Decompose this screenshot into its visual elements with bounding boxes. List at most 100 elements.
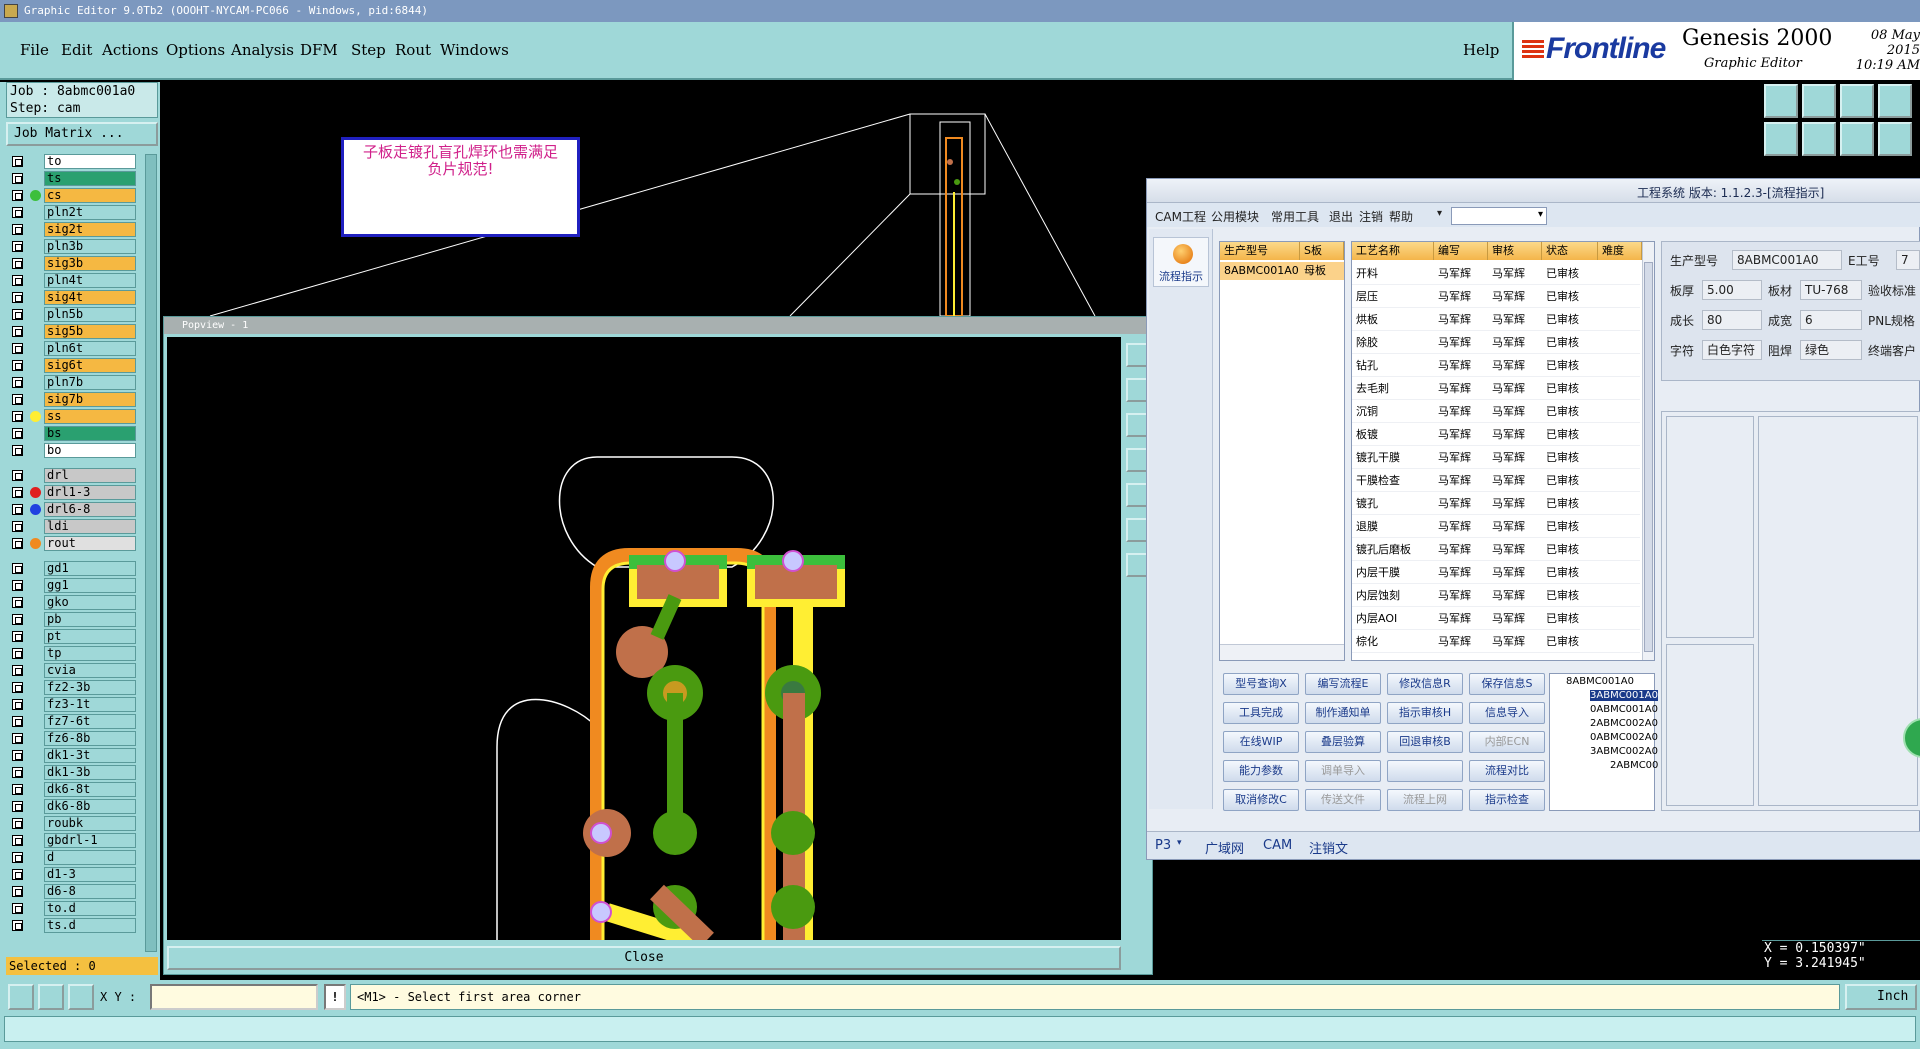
e-no-field[interactable]: 7 — [1896, 250, 1920, 270]
layer-checkbox[interactable] — [12, 275, 23, 286]
tree-node[interactable]: 3ABMC001A0 — [1590, 690, 1658, 701]
layer-row-ldi[interactable]: ldi — [8, 519, 146, 534]
table-row[interactable]: 镀孔 马军辉 马军辉 已审核 — [1352, 492, 1640, 515]
layer-row-dk1-3b[interactable]: dk1-3b — [8, 765, 146, 780]
layer-checkbox[interactable] — [12, 648, 23, 659]
prod-no-field[interactable]: 8ABMC001A0 — [1732, 250, 1842, 270]
zoom-in-icon[interactable] — [1802, 84, 1836, 118]
product-table-scrollbar[interactable] — [1220, 644, 1344, 660]
layer-row-pln5b[interactable]: pln5b — [8, 307, 146, 322]
action-button-5[interactable]: 制作通知单 — [1305, 702, 1381, 724]
action-button-12[interactable]: 能力参数 — [1223, 760, 1299, 782]
table-row[interactable]: 板镀 马军辉 马军辉 已审核 — [1352, 423, 1640, 446]
table-row[interactable]: 钻孔 马军辉 马军辉 已审核 — [1352, 354, 1640, 377]
soldermask-field[interactable]: 绿色 — [1800, 340, 1862, 360]
layer-name[interactable]: drl6-8 — [44, 502, 136, 517]
table-row[interactable]: 镀孔后磨板 马军辉 马军辉 已审核 — [1352, 538, 1640, 561]
layer-row-sig4t[interactable]: sig4t — [8, 290, 146, 305]
layer-checkbox[interactable] — [12, 597, 23, 608]
action-button-15[interactable]: 流程对比 — [1469, 760, 1545, 782]
layer-row-fz3-1t[interactable]: fz3-1t — [8, 697, 146, 712]
layer-name[interactable]: pln6t — [44, 341, 136, 356]
flow-instruction-button[interactable]: 流程指示 — [1153, 237, 1209, 287]
redo-icon[interactable] — [1878, 122, 1912, 156]
proc-header-status[interactable]: 状态 — [1542, 242, 1598, 260]
tree-node[interactable]: 0ABMC002A0 — [1590, 732, 1658, 743]
exclamation-button[interactable]: ! — [324, 984, 346, 1010]
layer-name[interactable]: tp — [44, 646, 136, 661]
process-table-scrollbar[interactable] — [1642, 242, 1654, 660]
layer-name[interactable]: d — [44, 850, 136, 865]
menu-actions[interactable]: Actions — [102, 41, 158, 59]
material-field[interactable]: TU-768 — [1800, 280, 1862, 300]
layer-name[interactable]: fz2-3b — [44, 680, 136, 695]
undo-icon[interactable] — [1840, 122, 1874, 156]
layer-checkbox[interactable] — [12, 411, 23, 422]
pmenu-tools[interactable]: 常用工具 — [1271, 208, 1319, 225]
layer-name[interactable]: sig7b — [44, 392, 136, 407]
menu-dfm[interactable]: DFM — [300, 41, 338, 59]
layer-checkbox[interactable] — [12, 224, 23, 235]
scroll-thumb[interactable] — [1644, 262, 1653, 652]
layer-row-pln6t[interactable]: pln6t — [8, 341, 146, 356]
layer-checkbox[interactable] — [12, 614, 23, 625]
layer-row-sig3b[interactable]: sig3b — [8, 256, 146, 271]
layer-checkbox[interactable] — [12, 487, 23, 498]
layer-row-d1-3[interactable]: d1-3 — [8, 867, 146, 882]
layer-row-fz2-3b[interactable]: fz2-3b — [8, 680, 146, 695]
layer-row-tp[interactable]: tp — [8, 646, 146, 661]
grid-tool-icon[interactable] — [68, 984, 94, 1010]
layer-checkbox[interactable] — [12, 580, 23, 591]
layer-row-pln4t[interactable]: pln4t — [8, 273, 146, 288]
silkscreen-field[interactable]: 白色字符 — [1702, 340, 1762, 360]
layer-name[interactable]: to.d — [44, 901, 136, 916]
layer-checkbox[interactable] — [12, 326, 23, 337]
layer-list-scrollbar[interactable] — [145, 154, 157, 952]
layer-checkbox[interactable] — [12, 241, 23, 252]
layer-name[interactable]: bo — [44, 443, 136, 458]
layer-checkbox[interactable] — [12, 190, 23, 201]
action-button-18[interactable]: 流程上网 — [1387, 789, 1463, 811]
layer-row-fz7-6t[interactable]: fz7-6t — [8, 714, 146, 729]
layer-checkbox[interactable] — [12, 767, 23, 778]
layer-name[interactable]: ldi — [44, 519, 136, 534]
pmenu-help[interactable]: 帮助 — [1389, 208, 1413, 225]
layer-checkbox[interactable] — [12, 750, 23, 761]
layer-checkbox[interactable] — [12, 377, 23, 388]
layer-row-to.d[interactable]: to.d — [8, 901, 146, 916]
layer-checkbox[interactable] — [12, 173, 23, 184]
menu-options[interactable]: Options — [166, 41, 225, 59]
pan-right-icon[interactable] — [1802, 122, 1836, 156]
layer-row-roubk[interactable]: roubk — [8, 816, 146, 831]
layer-row-cvia[interactable]: cvia — [8, 663, 146, 678]
proc-header-name[interactable]: 工艺名称 — [1352, 242, 1434, 260]
layer-name[interactable]: drl — [44, 468, 136, 483]
layer-name[interactable]: cvia — [44, 663, 136, 678]
pmenu-exit[interactable]: 退出 — [1329, 208, 1353, 225]
layer-checkbox[interactable] — [12, 682, 23, 693]
table-row[interactable]: 内层干膜 马军辉 马军辉 已审核 — [1352, 561, 1640, 584]
layer-row-drl1-3[interactable]: drl1-3 — [8, 485, 146, 500]
layer-checkbox[interactable] — [12, 563, 23, 574]
action-button-1[interactable]: 编写流程E — [1305, 673, 1381, 695]
prod-header-model[interactable]: 生产型号 — [1220, 242, 1300, 260]
tree-node[interactable]: 8ABMC001A0 — [1566, 676, 1634, 687]
layer-name[interactable]: sig3b — [44, 256, 136, 271]
layer-row-gko[interactable]: gko — [8, 595, 146, 610]
menu-analysis[interactable]: Analysis — [231, 41, 294, 59]
home-icon[interactable] — [1840, 84, 1874, 118]
pmenu-common-module[interactable]: 公用模块 — [1211, 208, 1259, 225]
table-row[interactable]: 镀孔干膜 马军辉 马军辉 已审核 — [1352, 446, 1640, 469]
layer-name[interactable]: gd1 — [44, 561, 136, 576]
layer-checkbox[interactable] — [12, 818, 23, 829]
layer-name[interactable]: sig2t — [44, 222, 136, 237]
action-button-8[interactable]: 在线WIP — [1223, 731, 1299, 753]
layer-checkbox[interactable] — [12, 538, 23, 549]
popview-canvas[interactable] — [167, 337, 1121, 949]
layer-checkbox[interactable] — [12, 801, 23, 812]
job-matrix-button[interactable]: Job Matrix ... — [6, 122, 158, 146]
layer-name[interactable]: sig6t — [44, 358, 136, 373]
table-row[interactable]: 沉铜 马军辉 马军辉 已审核 — [1352, 400, 1640, 423]
layer-row-bo[interactable]: bo — [8, 443, 146, 458]
table-row[interactable]: 烘板 马军辉 马军辉 已审核 — [1352, 308, 1640, 331]
